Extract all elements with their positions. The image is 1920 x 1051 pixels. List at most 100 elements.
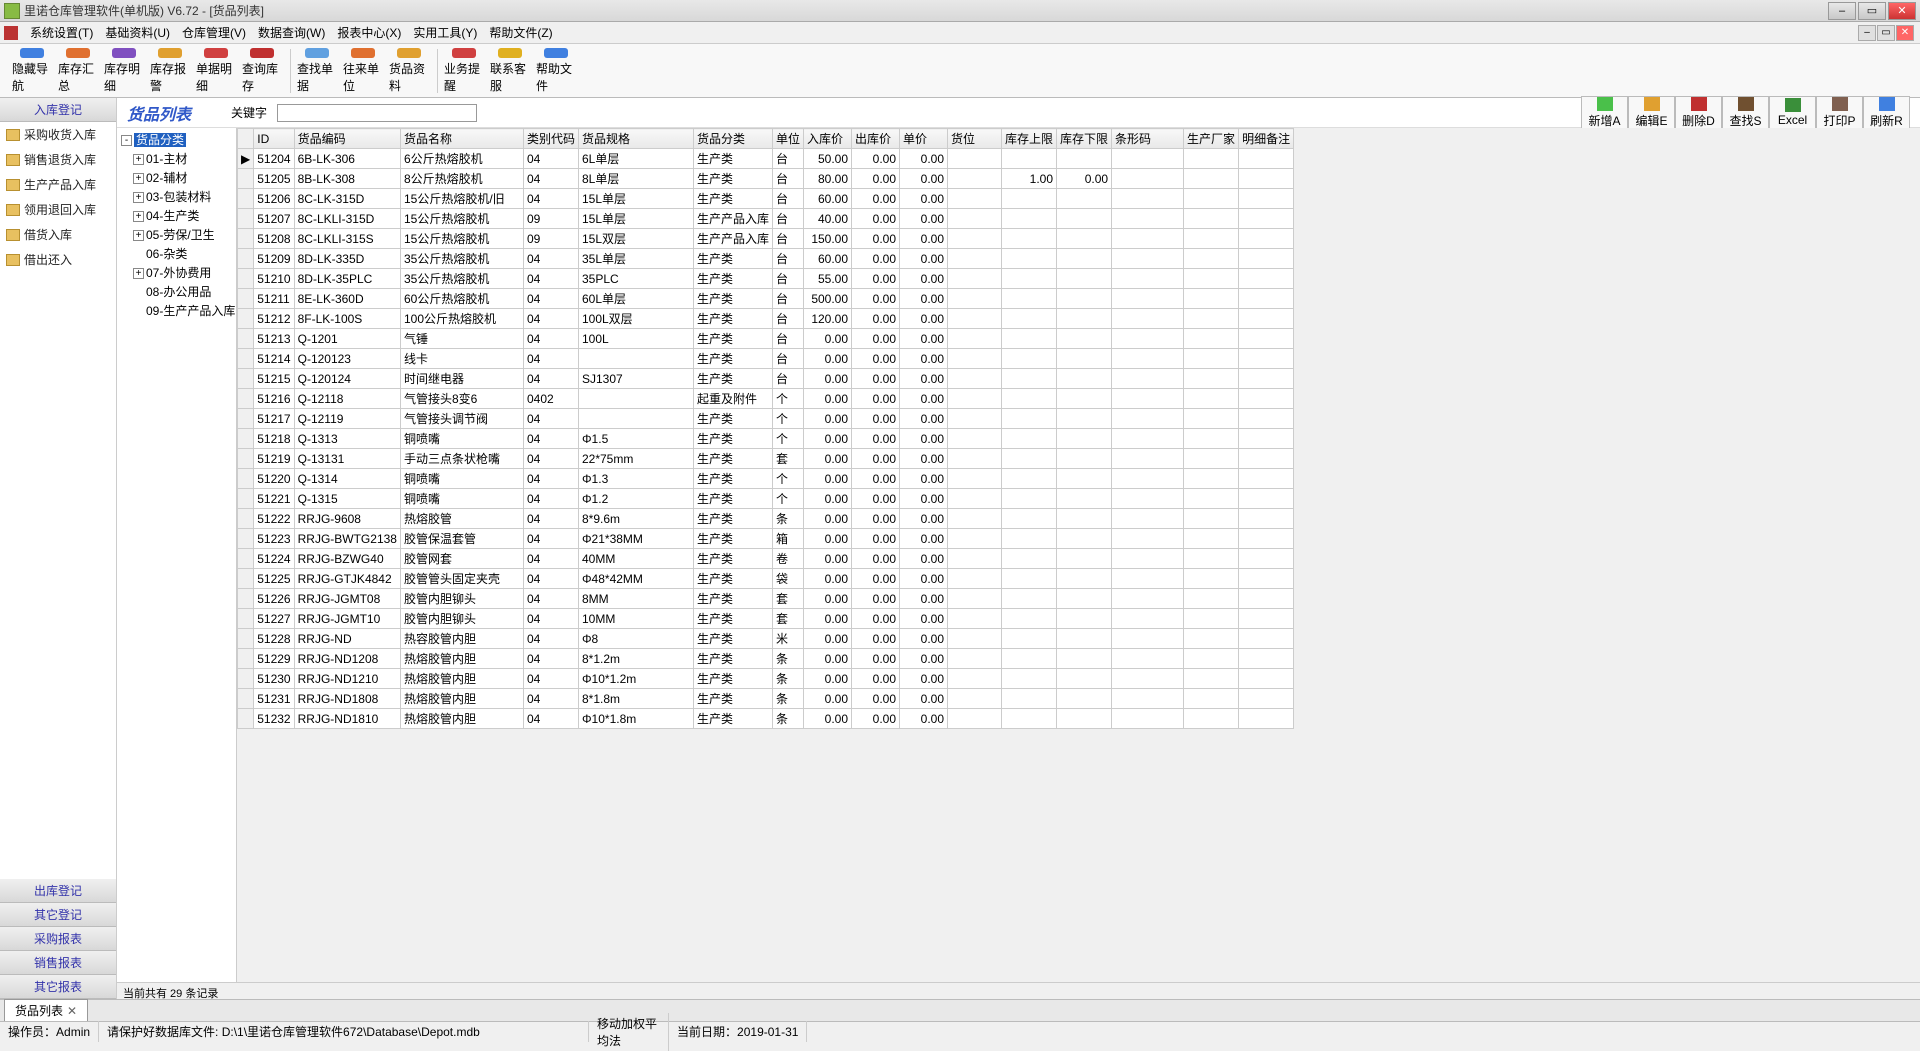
table-row[interactable]: 512128F-LK-100S100公斤热熔胶机04100L双层生产类台120.… (238, 309, 1294, 329)
toolbar-btn-13[interactable]: 帮助文件 (534, 46, 578, 96)
table-row[interactable]: 51217Q-12119气管接头调节阀04生产类个0.000.000.00 (238, 409, 1294, 429)
action-btn-删除D[interactable]: 删除D (1675, 96, 1722, 130)
toolbar-btn-11[interactable]: 业务提醒 (442, 46, 486, 96)
table-row[interactable]: 51218Q-1313铜喷嘴04Φ1.5生产类个0.000.000.00 (238, 429, 1294, 449)
table-row[interactable]: ▶512046B-LK-3066公斤热熔胶机046L单层生产类台50.000.0… (238, 149, 1294, 169)
table-row[interactable]: 512058B-LK-3088公斤热熔胶机048L单层生产类台80.000.00… (238, 169, 1294, 189)
menu-item-4[interactable]: 报表中心(X) (331, 22, 407, 43)
table-row[interactable]: 512098D-LK-335D35公斤热熔胶机0435L单层生产类台60.000… (238, 249, 1294, 269)
mdi-close-button[interactable]: ✕ (1896, 25, 1914, 41)
action-btn-查找S[interactable]: 查找S (1722, 96, 1769, 130)
nav-group-sales-report[interactable]: 销售报表 (0, 951, 116, 975)
nav-item-4[interactable]: 借货入库 (0, 222, 116, 247)
toolbar-btn-8[interactable]: 往来单位 (341, 46, 385, 96)
col-11[interactable]: 库存上限 (1002, 129, 1057, 149)
col-2[interactable]: 货品名称 (400, 129, 523, 149)
tab-product-list[interactable]: 货品列表 ✕ (4, 999, 88, 1021)
action-btn-打印P[interactable]: 打印P (1816, 96, 1863, 130)
nav-group-purchase-report[interactable]: 采购报表 (0, 927, 116, 951)
menu-item-6[interactable]: 帮助文件(Z) (483, 22, 558, 43)
col-15[interactable]: 明细备注 (1239, 129, 1294, 149)
col-8[interactable]: 出库价 (852, 129, 900, 149)
col-4[interactable]: 货品规格 (578, 129, 693, 149)
nav-group-other[interactable]: 其它登记 (0, 903, 116, 927)
toolbar-btn-0[interactable]: 隐藏导航 (10, 46, 54, 96)
table-row[interactable]: 512068C-LK-315D15公斤热熔胶机/旧0415L单层生产类台60.0… (238, 189, 1294, 209)
table-row[interactable]: 512108D-LK-35PLC35公斤热熔胶机0435PLC生产类台55.00… (238, 269, 1294, 289)
close-button[interactable]: ✕ (1888, 2, 1916, 20)
nav-group-inbound[interactable]: 入库登记 (0, 98, 116, 122)
toolbar-btn-5[interactable]: 查询库存 (240, 46, 284, 96)
table-row[interactable]: 512078C-LKLI-315D15公斤热熔胶机0915L单层生产产品入库台4… (238, 209, 1294, 229)
action-btn-编辑E[interactable]: 编辑E (1628, 96, 1675, 130)
col-5[interactable]: 货品分类 (693, 129, 772, 149)
tree-node-3[interactable]: +04-生产类 (119, 206, 234, 225)
table-row[interactable]: 51213Q-1201气锤04100L生产类台0.000.000.00 (238, 329, 1294, 349)
menu-item-1[interactable]: 基础资料(U) (99, 22, 176, 43)
maximize-button[interactable]: ▭ (1858, 2, 1886, 20)
table-row[interactable]: 51229RRJG-ND1208热熔胶管内胆048*1.2m生产类条0.000.… (238, 649, 1294, 669)
action-btn-Excel[interactable]: Excel (1769, 96, 1816, 130)
tree-root[interactable]: -货品分类 (119, 130, 234, 149)
tree-node-6[interactable]: +07-外协费用 (119, 263, 234, 282)
toolbar-btn-12[interactable]: 联系客服 (488, 46, 532, 96)
menu-item-0[interactable]: 系统设置(T) (24, 22, 99, 43)
menu-item-5[interactable]: 实用工具(Y) (407, 22, 483, 43)
tree-node-7[interactable]: 08-办公用品 (119, 282, 234, 301)
tab-close-icon[interactable]: ✕ (67, 1004, 77, 1018)
minimize-button[interactable]: – (1828, 2, 1856, 20)
tree-node-0[interactable]: +01-主材 (119, 149, 234, 168)
nav-item-3[interactable]: 领用退回入库 (0, 197, 116, 222)
toolbar-btn-3[interactable]: 库存报警 (148, 46, 192, 96)
nav-group-outbound[interactable]: 出库登记 (0, 879, 116, 903)
col-9[interactable]: 单价 (900, 129, 948, 149)
table-row[interactable]: 51226RRJG-JGMT08胶管内胆铆头048MM生产类套0.000.000… (238, 589, 1294, 609)
category-tree[interactable]: -货品分类+01-主材+02-辅材+03-包装材料+04-生产类+05-劳保/卫… (117, 128, 237, 982)
table-row[interactable]: 51227RRJG-JGMT10胶管内胆铆头0410MM生产类套0.000.00… (238, 609, 1294, 629)
menu-item-3[interactable]: 数据查询(W) (252, 22, 331, 43)
table-row[interactable]: 51214Q-120123线卡04生产类台0.000.000.00 (238, 349, 1294, 369)
mdi-minimize-button[interactable]: – (1858, 25, 1876, 41)
toolbar-btn-7[interactable]: 查找单据 (295, 46, 339, 96)
table-row[interactable]: 512088C-LKLI-315S15公斤热熔胶机0915L双层生产产品入库台1… (238, 229, 1294, 249)
table-row[interactable]: 51223RRJG-BWTG2138胶管保温套管04Φ21*38MM生产类箱0.… (238, 529, 1294, 549)
col-0[interactable]: ID (254, 129, 294, 149)
table-row[interactable]: 51220Q-1314铜喷嘴04Φ1.3生产类个0.000.000.00 (238, 469, 1294, 489)
toolbar-btn-9[interactable]: 货品资料 (387, 46, 431, 96)
table-row[interactable]: 51222RRJG-9608热熔胶管048*9.6m生产类条0.000.000.… (238, 509, 1294, 529)
nav-item-2[interactable]: 生产产品入库 (0, 172, 116, 197)
table-row[interactable]: 512118E-LK-360D60公斤热熔胶机0460L单层生产类台500.00… (238, 289, 1294, 309)
tree-node-8[interactable]: 09-生产产品入库 (119, 301, 234, 320)
action-btn-新增A[interactable]: 新增A (1581, 96, 1628, 130)
data-grid[interactable]: ID货品编码货品名称类别代码货品规格货品分类单位入库价出库价单价货位库存上限库存… (237, 128, 1920, 982)
tree-node-5[interactable]: 06-杂类 (119, 244, 234, 263)
mdi-restore-button[interactable]: ▭ (1877, 25, 1895, 41)
table-row[interactable]: 51230RRJG-ND1210热熔胶管内胆04Φ10*1.2m生产类条0.00… (238, 669, 1294, 689)
col-12[interactable]: 库存下限 (1057, 129, 1112, 149)
table-row[interactable]: 51225RRJG-GTJK4842胶管管头固定夹壳04Φ48*42MM生产类袋… (238, 569, 1294, 589)
table-row[interactable]: 51228RRJG-ND热容胶管内胆04Φ8生产类米0.000.000.00 (238, 629, 1294, 649)
table-row[interactable]: 51231RRJG-ND1808热熔胶管内胆048*1.8m生产类条0.000.… (238, 689, 1294, 709)
table-row[interactable]: 51215Q-120124时间继电器04SJ1307生产类台0.000.000.… (238, 369, 1294, 389)
tree-node-2[interactable]: +03-包装材料 (119, 187, 234, 206)
tree-node-4[interactable]: +05-劳保/卫生 (119, 225, 234, 244)
menu-item-2[interactable]: 仓库管理(V) (176, 22, 252, 43)
tree-node-1[interactable]: +02-辅材 (119, 168, 234, 187)
col-10[interactable]: 货位 (948, 129, 1002, 149)
action-btn-刷新R[interactable]: 刷新R (1863, 96, 1910, 130)
col-14[interactable]: 生产厂家 (1184, 129, 1239, 149)
nav-item-1[interactable]: 销售退货入库 (0, 147, 116, 172)
toolbar-btn-4[interactable]: 单据明细 (194, 46, 238, 96)
keyword-input[interactable] (277, 104, 477, 122)
table-row[interactable]: 51216Q-12118气管接头8变60402起重及附件个0.000.000.0… (238, 389, 1294, 409)
col-3[interactable]: 类别代码 (523, 129, 578, 149)
table-row[interactable]: 51232RRJG-ND1810热熔胶管内胆04Φ10*1.8m生产类条0.00… (238, 709, 1294, 729)
nav-group-other-report[interactable]: 其它报表 (0, 975, 116, 999)
nav-item-5[interactable]: 借出还入 (0, 247, 116, 272)
col-6[interactable]: 单位 (773, 129, 804, 149)
col-1[interactable]: 货品编码 (294, 129, 400, 149)
col-7[interactable]: 入库价 (804, 129, 852, 149)
toolbar-btn-1[interactable]: 库存汇总 (56, 46, 100, 96)
toolbar-btn-2[interactable]: 库存明细 (102, 46, 146, 96)
table-row[interactable]: 51224RRJG-BZWG40胶管网套0440MM生产类卷0.000.000.… (238, 549, 1294, 569)
